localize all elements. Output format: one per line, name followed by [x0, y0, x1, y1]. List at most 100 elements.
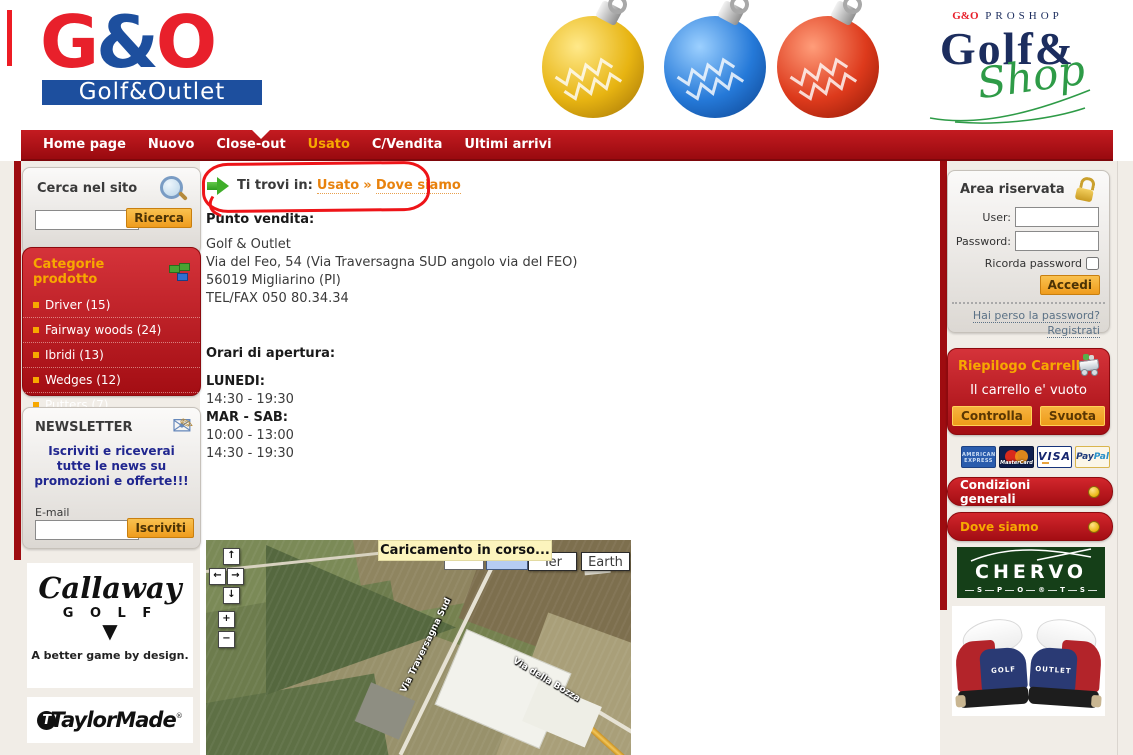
map-pan-down[interactable]: ↓ — [223, 587, 240, 604]
shoe-right: OUTLET — [1028, 614, 1104, 709]
categories-title: Categorie prodotto — [33, 257, 105, 287]
map[interactable]: Via Traversagna Sud Via della Bozza ↑ ← … — [206, 540, 631, 755]
search-box: Cerca nel sito Ricerca — [22, 167, 201, 255]
chervo-line — [1067, 589, 1077, 591]
paypal-pal: Pal — [1093, 452, 1109, 462]
conditions-button[interactable]: Condizioni generali — [947, 477, 1113, 506]
logo-letter-o: O — [155, 0, 217, 84]
map-pan-right[interactable]: → — [227, 568, 244, 585]
hours-heading: Orari di apertura: — [206, 346, 336, 361]
login-title: Area riservata — [960, 182, 1065, 197]
shoe-navy-panel: OUTLET — [1029, 646, 1078, 692]
hours-line: MAR - SAB: — [206, 410, 288, 425]
nav-item-home[interactable]: Home page — [32, 137, 137, 152]
chervo-line — [1048, 589, 1058, 591]
newsletter-promo: Iscriviti e riceverai tutte le news su p… — [34, 444, 189, 488]
store-address1: Via del Feo, 54 (Via Traversagna SUD ang… — [206, 255, 578, 270]
amex-icon: AMERICAN EXPRESS — [961, 446, 996, 468]
nav-item-ultimi-arrivi[interactable]: Ultimi arrivi — [453, 137, 562, 152]
category-label: Ibridi (13) — [45, 348, 104, 362]
category-item-driver[interactable]: Driver (15) — [23, 293, 200, 318]
header-red-accent — [7, 10, 12, 66]
login-box: Area riservata User: Password: Ricorda p… — [947, 170, 1110, 338]
map-pan-left[interactable]: ← — [209, 568, 226, 585]
proshop-gno: G&O — [952, 10, 979, 22]
login-button[interactable]: Accedi — [1039, 275, 1100, 295]
site-logo[interactable]: G&O Golf&Outlet — [40, 4, 262, 105]
category-item-fairway[interactable]: Fairway woods (24) — [23, 318, 200, 343]
bullet-icon — [33, 352, 39, 358]
paypal-icon: PayPal — [1075, 446, 1110, 468]
where-we-are-label: Dove siamo — [960, 519, 1039, 534]
cart-wheel — [1091, 369, 1098, 376]
main-navigation: Home page Nuovo Close-out Usato C/Vendit… — [21, 130, 1113, 161]
cart-check-button[interactable]: Controlla — [952, 406, 1032, 426]
forgot-password-link[interactable]: Hai perso la password? — [972, 309, 1100, 323]
yellow-dot-icon — [1088, 520, 1100, 533]
password-label: Password: — [955, 234, 1011, 248]
amex-text: EXPRESS — [964, 458, 993, 464]
register-link[interactable]: Registrati — [1047, 324, 1100, 338]
cart-empty-message: Il carrello e' vuoto — [970, 383, 1087, 398]
cart-clear-button[interactable]: Svuota — [1039, 406, 1105, 426]
proshop-logo: G&O PROSHOP Golf& Shop — [905, 10, 1110, 125]
map-zoom-in[interactable]: + — [218, 611, 235, 628]
ball-zigzag — [789, 57, 858, 101]
mc-text: MasterCard — [1000, 460, 1033, 466]
forgot-password-label: Hai perso la password? — [972, 309, 1100, 323]
chervo-swoosh — [970, 548, 1092, 562]
right-red-divider — [940, 161, 947, 610]
password-row: Password: — [956, 231, 1099, 251]
shoe-heel-tip — [955, 694, 967, 708]
mail-icon: ✉ ✎ — [171, 412, 197, 440]
nav-item-nuovo[interactable]: Nuovo — [137, 137, 205, 152]
search-button[interactable]: Ricerca — [126, 208, 192, 228]
chervo-letter: S — [977, 586, 983, 594]
hours-block: LUNEDI: 14:30 - 19:30 MAR - SAB: 10:00 -… — [206, 373, 506, 463]
christmas-ball-blue — [664, 0, 766, 118]
cart-buttons: Controlla Svuota — [948, 406, 1109, 426]
sitemap-node — [179, 263, 190, 271]
subscribe-button[interactable]: Iscriviti — [127, 518, 194, 538]
category-item-wedges[interactable]: Wedges (12) — [23, 368, 200, 393]
remember-row: Ricorda password — [985, 257, 1099, 270]
nav-item-closeout[interactable]: Close-out — [205, 137, 296, 152]
user-row: User: — [982, 207, 1099, 227]
shoe-sole — [957, 686, 1029, 709]
remember-label: Ricorda password — [984, 257, 1082, 270]
conditions-label: Condizioni generali — [960, 477, 1031, 506]
nav-item-cvendita[interactable]: C/Vendita — [361, 137, 453, 152]
logo-letter-amp: & — [96, 0, 159, 84]
categories-header: Categorie prodotto — [23, 248, 200, 293]
visa-gold-mark — [1042, 462, 1049, 464]
nav-item-usato[interactable]: Usato — [297, 137, 361, 152]
password-input[interactable] — [1015, 231, 1099, 251]
email-input[interactable] — [35, 520, 139, 540]
ball-zigzag — [676, 57, 745, 101]
nav-active-notch — [252, 130, 270, 139]
email-label: E-mail — [35, 506, 70, 519]
category-item-ibridi[interactable]: Ibridi (13) — [23, 343, 200, 368]
map-type-earth-button[interactable]: Earth — [581, 552, 630, 571]
store-phone: TEL/FAX 050 80.34.34 — [206, 291, 349, 306]
chervo-name: CHERVO — [975, 561, 1087, 583]
padlock-icon — [1074, 175, 1098, 203]
chervo-line — [1026, 589, 1036, 591]
paypal-text: PayPal — [1076, 447, 1109, 467]
shoe-navy-panel: GOLF — [979, 646, 1028, 692]
where-we-are-button[interactable]: Dove siamo — [947, 512, 1113, 541]
search-input[interactable] — [35, 210, 139, 230]
chervo-letter: T — [1060, 586, 1065, 594]
newsletter-box: NEWSLETTER ✉ ✎ Iscriviti e riceverai tutt… — [22, 407, 201, 549]
map-pan-up[interactable]: ↑ — [223, 548, 240, 565]
proshop-word: PROSHOP — [985, 10, 1063, 22]
store-address: Golf & Outlet Via del Feo, 54 (Via Trave… — [206, 236, 766, 308]
user-input[interactable] — [1015, 207, 1099, 227]
category-label: Fairway woods (24) — [45, 323, 162, 337]
remember-password-checkbox[interactable] — [1086, 257, 1099, 270]
hours-line: LUNEDI: — [206, 374, 265, 389]
map-loading-banner: Caricamento in corso... — [378, 540, 552, 561]
yellow-dot-icon — [1088, 485, 1100, 498]
chervo-letter: O — [1017, 586, 1024, 594]
map-zoom-out[interactable]: − — [218, 631, 235, 648]
